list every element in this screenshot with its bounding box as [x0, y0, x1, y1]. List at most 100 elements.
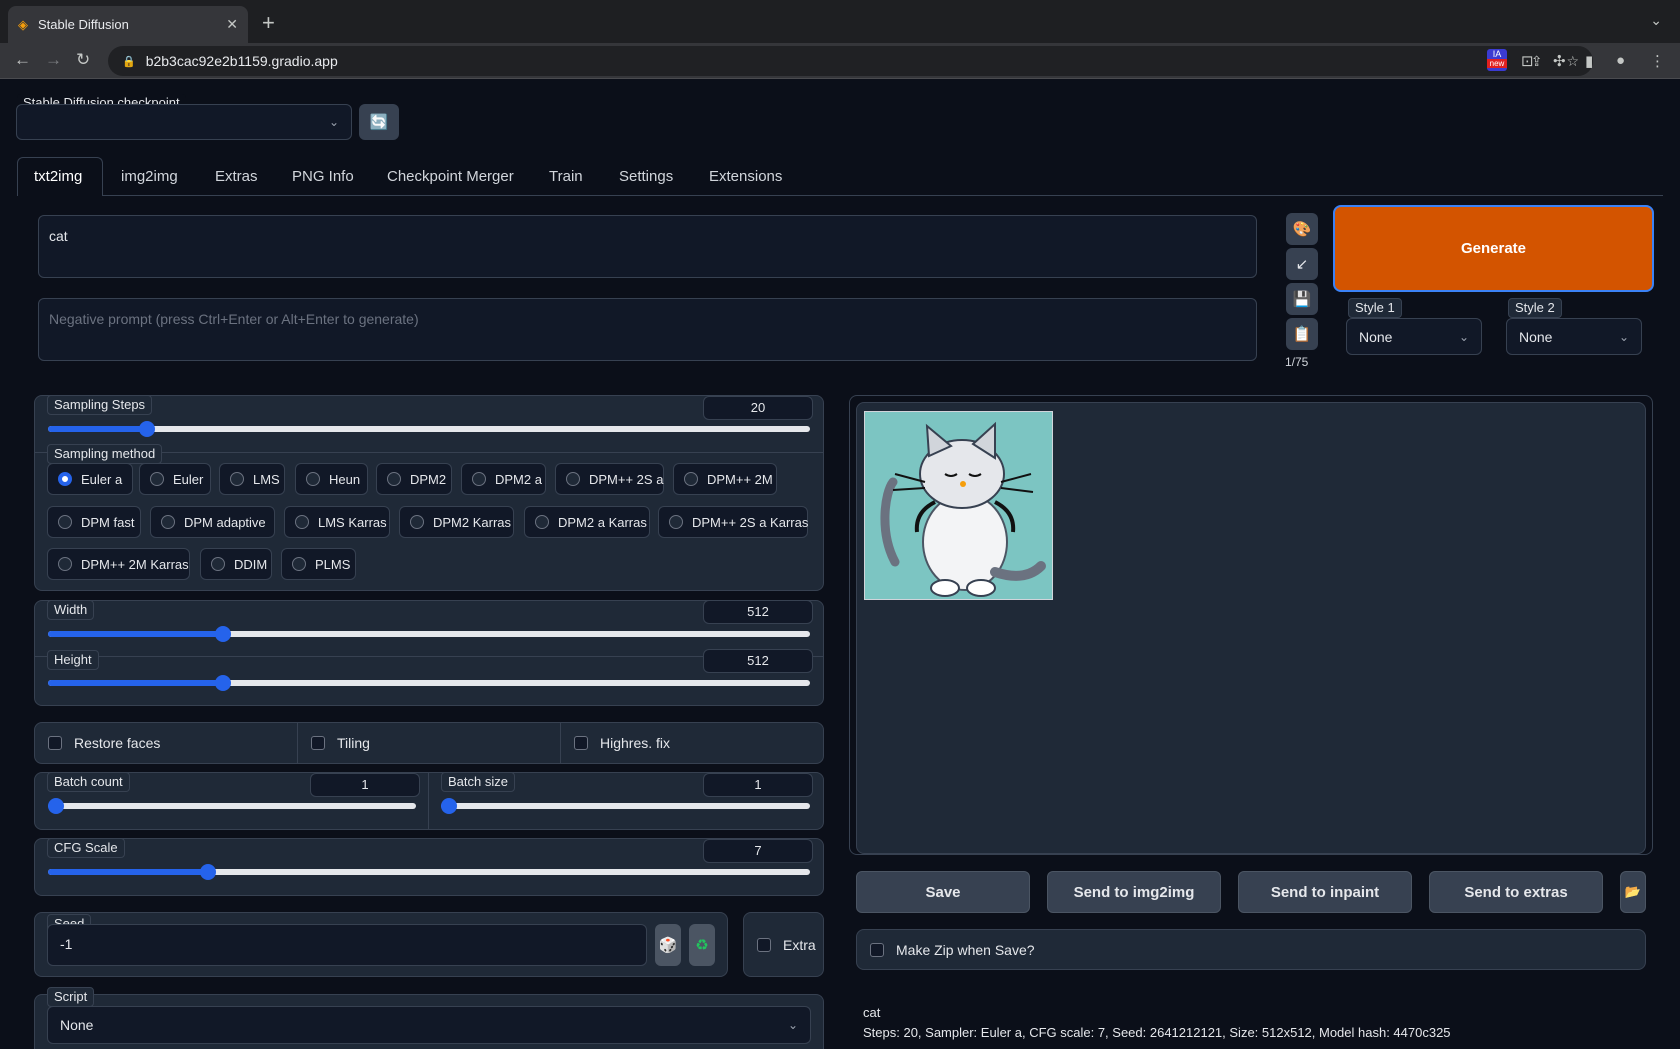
save-button[interactable]: Save [856, 871, 1030, 913]
batch-size-slider[interactable] [441, 798, 810, 814]
height-input[interactable]: 512 [703, 649, 813, 673]
profile-icon[interactable]: ● [1616, 52, 1625, 69]
radio-label: DPM2 a Karras [558, 514, 647, 530]
tab-extras[interactable]: Extras [215, 168, 258, 185]
highres-fix-checkbox[interactable]: Highres. fix [574, 735, 670, 751]
extensions-puzzle-icon[interactable]: ✣ [1553, 52, 1566, 70]
browser-tab[interactable]: ◈ Stable Diffusion ✕ [8, 6, 248, 43]
radio-euler[interactable]: Euler [139, 463, 211, 495]
slider-thumb[interactable] [139, 421, 156, 437]
radio-dpmpp-2m-karras[interactable]: DPM++ 2M Karras [47, 548, 190, 580]
sampling-method-label: Sampling method [47, 444, 163, 464]
prompt-input[interactable]: cat [38, 215, 1257, 278]
style1-dropdown[interactable]: None ⌄ [1346, 318, 1482, 355]
sampling-steps-input[interactable]: 20 [703, 396, 813, 420]
radio-label: LMS Karras [318, 514, 387, 530]
browser-toolbar: ← → ↻ 🔒 b2b3cac92e2b1159.gradio.app ⇪ ☆ … [0, 43, 1680, 79]
checkbox-label: Highres. fix [600, 735, 671, 751]
apply-style-button[interactable]: 📋 [1286, 318, 1318, 350]
radio-dpm-fast[interactable]: DPM fast [47, 506, 141, 538]
batch-count-label: Batch count [47, 772, 130, 792]
interrogate-button[interactable]: 🎨 [1286, 213, 1318, 245]
tab-png-info[interactable]: PNG Info [292, 168, 354, 185]
address-bar[interactable]: 🔒 b2b3cac92e2b1159.gradio.app ⇪ ☆ [108, 46, 1593, 76]
tab-img2img[interactable]: img2img [121, 168, 178, 185]
style1-value: None [1359, 328, 1393, 345]
random-seed-button[interactable]: 🎲 [655, 924, 681, 966]
radio-dpm2-karras[interactable]: DPM2 Karras [399, 506, 514, 538]
width-input[interactable]: 512 [703, 600, 813, 624]
forward-icon[interactable]: → [45, 50, 62, 70]
batch-count-slider[interactable] [48, 798, 416, 814]
slider-thumb[interactable] [200, 864, 217, 880]
save-style-button[interactable]: 💾 [1286, 283, 1318, 315]
style2-dropdown[interactable]: None ⌄ [1506, 318, 1642, 355]
radio-dpmpp-2s-a-karras[interactable]: DPM++ 2S a Karras [658, 506, 808, 538]
reload-icon[interactable]: ↻ [76, 50, 90, 70]
radio-lms-karras[interactable]: LMS Karras [284, 506, 390, 538]
extension-badge: new [1487, 59, 1507, 68]
script-dropdown[interactable]: None ⌄ [47, 1006, 811, 1044]
send-to-extras-button[interactable]: Send to extras [1429, 871, 1603, 913]
new-tab-icon[interactable]: + [262, 10, 275, 36]
width-slider[interactable] [48, 626, 810, 642]
extension-ia-icon[interactable]: IA new [1487, 49, 1507, 71]
radio-dot [306, 472, 320, 486]
generate-button[interactable]: Generate [1333, 205, 1654, 292]
recycle-icon: ♻ [695, 937, 709, 954]
checkpoint-dropdown[interactable]: ⌄ [16, 104, 352, 140]
radio-ddim[interactable]: DDIM [200, 548, 272, 580]
slider-fill [48, 869, 209, 875]
back-icon[interactable]: ← [14, 50, 31, 70]
extra-seed-checkbox[interactable]: Extra [757, 937, 816, 953]
tiling-checkbox[interactable]: Tiling [311, 735, 370, 751]
radio-dpmpp-2m[interactable]: DPM++ 2M [673, 463, 777, 495]
radio-lms[interactable]: LMS [219, 463, 285, 495]
tab-extensions[interactable]: Extensions [709, 168, 782, 185]
radio-dpm2-a-karras[interactable]: DPM2 a Karras [524, 506, 650, 538]
tab-settings[interactable]: Settings [619, 168, 673, 185]
batch-count-input[interactable]: 1 [310, 773, 420, 797]
seed-input[interactable]: -1 [47, 924, 647, 966]
radio-dpm-adaptive[interactable]: DPM adaptive [150, 506, 275, 538]
radio-label: DPM++ 2M Karras [81, 556, 189, 572]
side-panel-icon[interactable]: ▮ [1585, 52, 1593, 70]
radio-label: DPM++ 2S a Karras [692, 514, 809, 530]
browser-menu-icon[interactable]: ⋮ [1650, 52, 1665, 70]
open-folder-button[interactable]: 📂 [1620, 871, 1646, 913]
divider [428, 773, 429, 829]
slider-thumb[interactable] [48, 798, 64, 814]
radio-plms[interactable]: PLMS [281, 548, 356, 580]
cfg-scale-input[interactable]: 7 [703, 839, 813, 863]
reuse-seed-button[interactable]: ♻ [689, 924, 715, 966]
refresh-icon: 🔄 [369, 114, 389, 131]
radio-dpmpp-2s-a[interactable]: DPM++ 2S a [555, 463, 664, 495]
send-to-img2img-button[interactable]: Send to img2img [1047, 871, 1221, 913]
refresh-checkpoint-button[interactable]: 🔄 [359, 104, 399, 140]
chevron-down-icon: ⌄ [328, 115, 339, 129]
tab-train[interactable]: Train [549, 168, 583, 185]
radio-euler-a[interactable]: Euler a [47, 463, 133, 495]
read-params-button[interactable]: ↙ [1286, 248, 1318, 280]
height-slider[interactable] [48, 675, 810, 691]
cfg-scale-slider[interactable] [48, 864, 810, 880]
radio-dpm2-a[interactable]: DPM2 a [461, 463, 546, 495]
extension-g-icon[interactable]: ⊡ [1521, 52, 1534, 70]
negative-prompt-input[interactable]: Negative prompt (press Ctrl+Enter or Alt… [38, 298, 1257, 361]
restore-faces-checkbox[interactable]: Restore faces [48, 735, 160, 751]
make-zip-checkbox[interactable]: Make Zip when Save? [870, 942, 1035, 958]
checkbox-box [870, 943, 884, 957]
radio-heun[interactable]: Heun [295, 463, 368, 495]
generated-image[interactable] [864, 411, 1053, 600]
tab-search-chevron-icon[interactable]: ⌄ [1650, 12, 1662, 29]
slider-thumb[interactable] [441, 798, 457, 814]
width-label: Width [47, 600, 95, 620]
tab-txt2img[interactable]: txt2img [34, 168, 82, 185]
tab-checkpoint-merger[interactable]: Checkpoint Merger [387, 168, 514, 185]
radio-dpm2[interactable]: DPM2 [376, 463, 452, 495]
sampling-steps-slider[interactable] [48, 421, 810, 437]
batch-size-input[interactable]: 1 [703, 773, 813, 797]
send-to-inpaint-button[interactable]: Send to inpaint [1238, 871, 1412, 913]
bookmark-star-icon[interactable]: ☆ [1566, 53, 1579, 70]
close-tab-icon[interactable]: ✕ [226, 16, 238, 33]
